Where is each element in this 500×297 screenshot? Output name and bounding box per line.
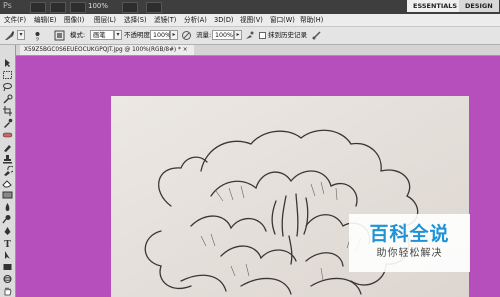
marquee-tool-icon[interactable] — [2, 70, 13, 80]
menu-3d[interactable]: 3D(D) — [214, 14, 234, 26]
tablet-pressure-size-icon[interactable] — [311, 30, 322, 41]
minibridge-button[interactable] — [50, 2, 66, 13]
pen-tool-icon[interactable] — [2, 226, 13, 236]
healing-brush-tool-icon[interactable] — [2, 130, 13, 140]
history-checkbox[interactable] — [259, 32, 266, 39]
menu-select[interactable]: 选择(S) — [124, 14, 147, 26]
application-bar: Ps 100% ESSENTIALS DESIGN — [0, 0, 500, 14]
menu-layer[interactable]: 图层(L) — [94, 14, 116, 26]
svg-text:T: T — [4, 240, 11, 248]
shape-tool-icon[interactable] — [2, 262, 13, 272]
mode-dropdown-arrow[interactable]: ▾ — [114, 30, 122, 40]
flow-dropdown-arrow[interactable]: ▸ — [234, 30, 242, 40]
photoshop-logo: Ps — [3, 1, 12, 10]
bridge-button[interactable] — [30, 2, 46, 13]
blur-tool-icon[interactable] — [2, 202, 13, 212]
menu-file[interactable]: 文件(F) — [4, 14, 26, 26]
history-label: 抹到历史记录 — [268, 31, 307, 39]
3d-rotate-tool-icon[interactable] — [2, 274, 13, 284]
zoom-level[interactable]: 100% — [88, 2, 108, 10]
tool-preset-arrow[interactable]: ▾ — [17, 30, 25, 40]
watermark-subtitle: 助你轻松解决 — [376, 248, 443, 259]
screen-mode-button[interactable] — [146, 2, 162, 13]
menu-filter[interactable]: 滤镜(T) — [154, 14, 176, 26]
brush-tool-icon[interactable] — [2, 142, 13, 152]
brush-panel-icon[interactable] — [54, 30, 65, 41]
menu-bar: 文件(F) 编辑(E) 图像(I) 图层(L) 选择(S) 滤镜(T) 分析(A… — [0, 14, 500, 27]
quick-selection-tool-icon[interactable] — [2, 94, 13, 104]
tools-panel: T — [0, 45, 16, 297]
options-bar: ▾ 9 模式: 画笔 ▾ 不透明度: 100% ▸ 流量: 100% ▸ 抹到历… — [0, 27, 500, 45]
dodge-tool-icon[interactable] — [2, 214, 13, 224]
eyedropper-tool-icon[interactable] — [2, 118, 13, 128]
menu-view[interactable]: 视图(V) — [240, 14, 263, 26]
hand-tool-icon[interactable] — [2, 286, 13, 296]
gradient-tool-icon[interactable] — [2, 190, 13, 200]
menu-edit[interactable]: 编辑(E) — [34, 14, 57, 26]
clone-stamp-tool-icon[interactable] — [2, 154, 13, 164]
mode-select[interactable]: 画笔 — [90, 30, 114, 40]
watermark-title: 百科全说 — [369, 223, 450, 245]
watermark-badge: 百科全说 助你轻松解决 — [349, 214, 470, 272]
move-tool-icon[interactable] — [2, 58, 13, 68]
lasso-tool-icon[interactable] — [2, 82, 13, 92]
history-brush-icon[interactable] — [4, 30, 15, 41]
document-tab[interactable]: X59Z5BGC0S6EUEOCUKGPQJT.jpg @ 100%(RGB/8… — [20, 45, 194, 55]
flow-input[interactable]: 100% — [212, 30, 234, 40]
menu-window[interactable]: 窗口(W) — [270, 14, 295, 26]
history-brush-tool-icon[interactable] — [2, 166, 13, 176]
menu-help[interactable]: 帮助(H) — [300, 14, 323, 26]
workspace-essentials[interactable]: ESSENTIALS — [407, 0, 464, 12]
mode-label: 模式: — [70, 31, 86, 39]
crop-tool-icon[interactable] — [2, 106, 13, 116]
workspace-design[interactable]: DESIGN — [459, 0, 499, 12]
menu-image[interactable]: 图像(I) — [64, 14, 84, 26]
tablet-pressure-opacity-icon[interactable] — [181, 30, 192, 41]
opacity-dropdown-arrow[interactable]: ▸ — [170, 30, 178, 40]
flow-label: 流量: — [196, 31, 212, 39]
menu-analysis[interactable]: 分析(A) — [184, 14, 207, 26]
brush-size-icon[interactable]: 9 — [32, 30, 43, 41]
extras-button[interactable] — [70, 2, 86, 13]
airbrush-icon[interactable] — [244, 30, 255, 41]
opacity-label: 不透明度: — [124, 31, 153, 39]
type-tool-icon[interactable]: T — [2, 238, 13, 248]
path-selection-tool-icon[interactable] — [2, 250, 13, 260]
svg-text:9: 9 — [36, 37, 39, 42]
opacity-input[interactable]: 100% — [150, 30, 171, 40]
arrange-documents-button[interactable] — [122, 2, 138, 13]
document-tab-bar: X59Z5BGC0S6EUEOCUKGPQJT.jpg @ 100%(RGB/8… — [16, 45, 500, 56]
eraser-tool-icon[interactable] — [2, 178, 13, 188]
